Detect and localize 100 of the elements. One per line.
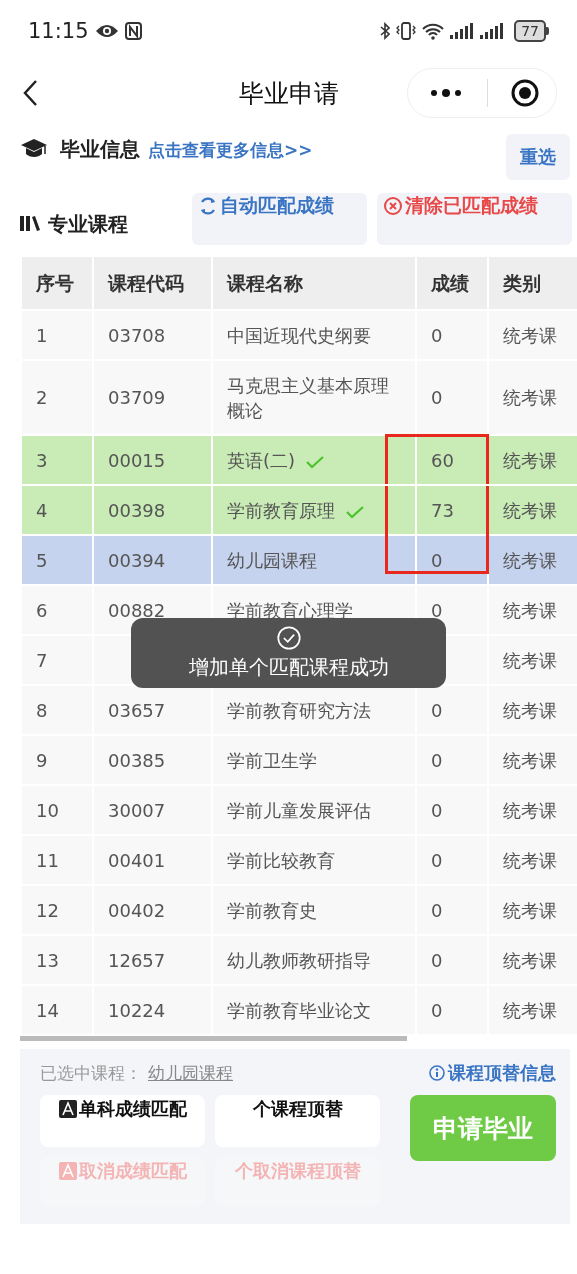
info-icon [429,1065,445,1081]
column-header: 类别 [488,256,577,310]
target-icon[interactable] [510,78,540,108]
table-cell: 0 [431,749,443,771]
table-cell: 0 [431,999,443,1021]
table-cell: 学前教育史 [227,899,317,921]
table-cell: 00385 [108,749,166,771]
table-cell: 马克思主义基本原理概论 [227,374,389,421]
table-cell: 1 [36,324,48,346]
table-cell: 03657 [108,699,166,721]
table-cell: 73 [431,499,454,521]
table-cell: 60 [431,449,454,471]
table-cell: 0 [431,849,443,871]
course-replace-button[interactable]: 个课程顶替 [215,1095,380,1147]
table-cell: 8 [36,699,48,721]
table-cell: 00401 [108,849,166,871]
vibrate-icon [396,22,417,40]
table-cell: 统考课 [503,449,557,471]
table-cell: 统考课 [503,999,557,1021]
graduation-cap-icon [20,138,48,160]
refresh-icon [198,196,218,216]
table-cell: 统考课 [503,387,557,408]
table-cell: 3 [36,449,48,471]
table-cell: 10224 [108,999,166,1021]
column-header: 成绩 [416,256,488,310]
table-cell: 英语(二) [227,449,296,471]
check-icon [305,454,326,469]
table-cell: 中国近现代史纲要 [227,324,371,346]
table-cell: 0 [431,549,443,571]
table-cell: 统考课 [503,899,557,921]
table-cell: 6 [36,599,48,621]
signal-icon [450,23,475,39]
table-cell: 03709 [108,387,166,408]
table-cell: 03708 [108,324,166,346]
table-cell: 统考课 [503,324,557,346]
table-cell: 00398 [108,499,166,521]
bluetooth-icon [380,22,391,40]
nfc-icon [124,22,142,40]
table-cell: 0 [431,949,443,971]
table-cell: 学前儿童发展评估 [227,799,371,821]
toast-message: 增加单个匹配课程成功 [188,653,389,681]
table-cell: 7 [36,649,48,671]
column-header: 课程名称 [212,256,416,310]
selected-course-link[interactable]: 幼儿园课程 [148,1061,233,1085]
reset-button[interactable]: 重选 [506,134,570,180]
table-cell: 13 [36,949,59,971]
table-cell: 9 [36,749,48,771]
table-cell: 00015 [108,449,166,471]
eye-icon [94,23,119,39]
table-cell: 统考课 [503,699,557,721]
table-cell: 11 [36,849,59,871]
table-cell: 0 [431,387,443,408]
score-match-button[interactable]: 单科成绩匹配 [40,1095,205,1147]
table-cell: 00882 [108,599,166,621]
table-cell: 幼儿园课程 [227,549,317,571]
table-cell: 学前比较教育 [227,849,335,871]
table-cell: 2 [36,387,48,408]
table-cell: 5 [36,549,48,571]
section-title: 毕业信息 [60,136,140,163]
check-circle-icon [276,625,301,650]
check-icon [345,504,365,519]
letter-square-icon [58,1162,77,1180]
books-icon [20,215,40,231]
close-circle-icon [383,196,403,216]
table-cell: 00402 [108,899,166,921]
table-cell: 0 [431,599,443,621]
table-cell: 00394 [108,549,166,571]
table-cell: 统考课 [503,749,557,771]
table-cell: 统考课 [503,599,557,621]
table-cell: 统考课 [503,949,557,971]
more-icon[interactable] [430,88,462,98]
replacement-info-link[interactable]: 课程顶替信息 [429,1061,556,1085]
wifi-icon [422,22,445,40]
more-info-link[interactable]: 点击查看更多信息>> [148,139,313,162]
battery-level: 77 [514,20,546,42]
table-cell: 学前教育原理 [227,499,335,521]
table-cell: 14 [36,999,59,1021]
scrollbar[interactable] [20,1036,407,1041]
column-header: 课程代码 [93,256,212,310]
auto-match-button[interactable]: 自动匹配成绩 [192,193,367,245]
table-cell: 学前卫生学 [227,749,317,771]
table-cell: 统考课 [503,649,557,671]
section-title: 专业课程 [48,211,128,238]
table-cell: 0 [431,324,443,346]
page-title: 毕业申请 [238,77,339,110]
table-cell: 12 [36,899,59,921]
back-icon[interactable] [22,79,38,107]
table-cell: 统考课 [503,549,557,571]
column-header: 序号 [21,256,93,310]
table-cell: 学前教育毕业论文 [227,999,371,1021]
table-cell: 统考课 [503,499,557,521]
table-cell: 统考课 [503,849,557,871]
table-cell: 12657 [108,949,166,971]
signal-icon [480,23,505,39]
table-cell: 0 [431,899,443,921]
clear-match-button[interactable]: 清除已匹配成绩 [377,193,572,245]
table-cell: 0 [431,699,443,721]
table-cell: 0 [431,799,443,821]
table-cell: 4 [36,499,48,521]
table-cell: 10 [36,799,59,821]
